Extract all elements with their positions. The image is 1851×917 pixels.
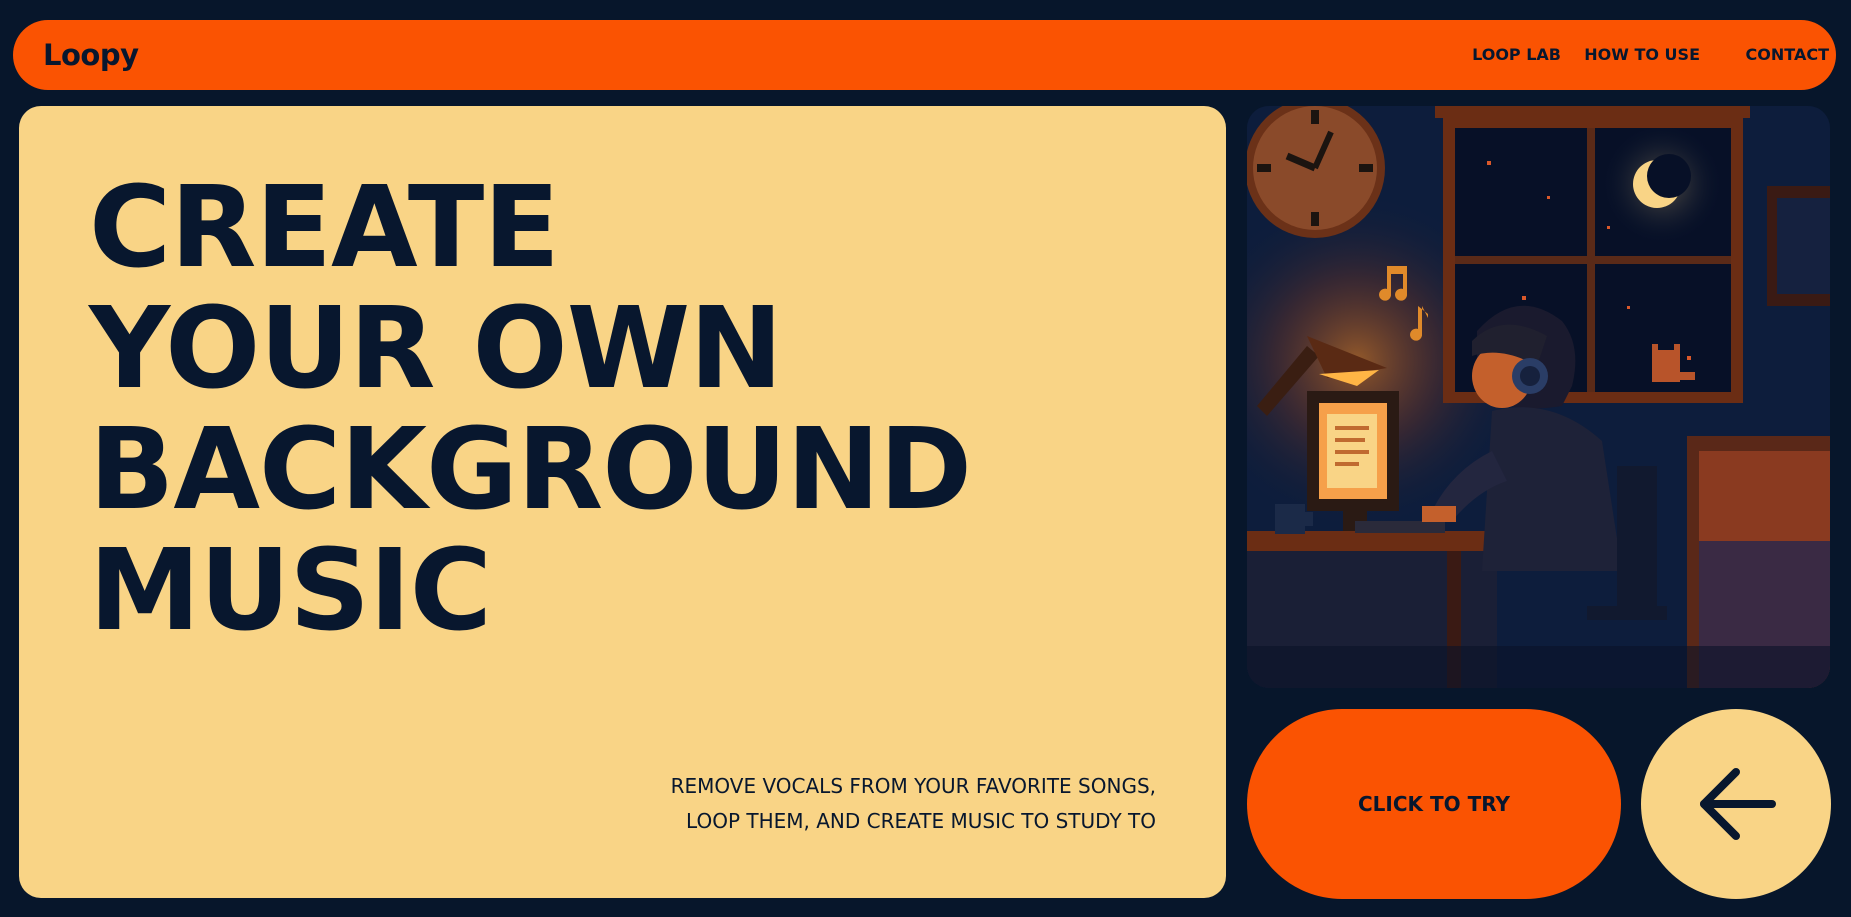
- hero-title-line: CREATE: [89, 163, 560, 293]
- top-navbar: Loopy LOOP LAB HOW TO USE CONTACT: [13, 20, 1836, 90]
- hero-title-line: MUSIC: [89, 526, 492, 656]
- nav-link-how-to-use[interactable]: HOW TO USE: [1584, 20, 1700, 90]
- arrow-back-button[interactable]: [1641, 709, 1831, 899]
- hero-title: CREATE YOUR OWN BACKGROUND MUSIC: [89, 163, 972, 656]
- hero-subtitle-line: REMOVE VOCALS FROM YOUR FAVORITE SONGS,: [670, 774, 1156, 798]
- nav-link-loop-lab[interactable]: LOOP LAB: [1472, 20, 1561, 90]
- click-to-try-button[interactable]: CLICK TO TRY: [1247, 709, 1621, 899]
- hero-subtitle-line: LOOP THEM, AND CREATE MUSIC TO STUDY TO: [686, 809, 1156, 833]
- hero-card: CREATE YOUR OWN BACKGROUND MUSIC REMOVE …: [19, 106, 1226, 898]
- brand-logo[interactable]: Loopy: [43, 20, 139, 90]
- nav-link-contact[interactable]: CONTACT: [1746, 20, 1829, 90]
- hero-title-line: YOUR OWN: [89, 284, 783, 414]
- hero-title-line: BACKGROUND: [89, 405, 972, 535]
- hero-subtitle: REMOVE VOCALS FROM YOUR FAVORITE SONGS, …: [671, 769, 1156, 839]
- lofi-study-illustration: [1247, 106, 1830, 688]
- arrow-left-icon: [1700, 768, 1776, 840]
